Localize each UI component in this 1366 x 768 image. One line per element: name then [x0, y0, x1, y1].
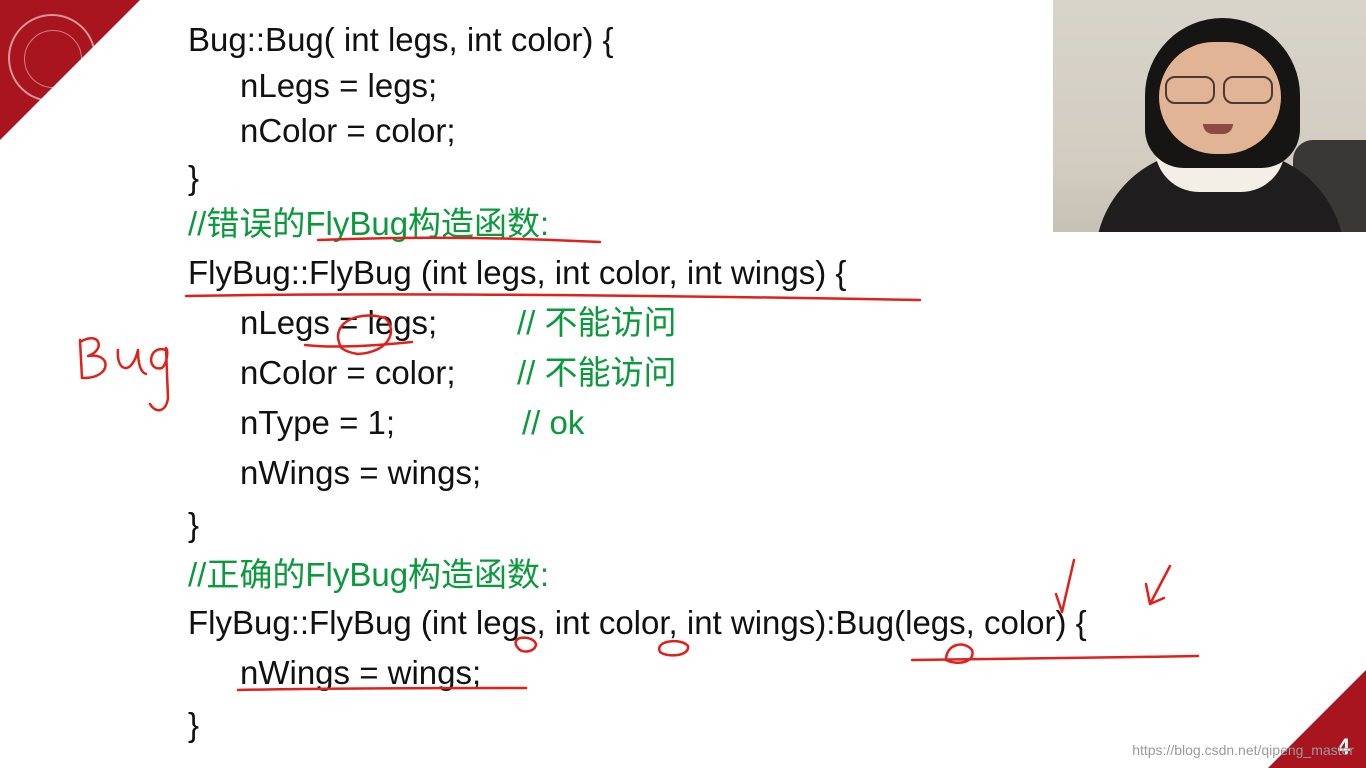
circle-colon [944, 643, 974, 664]
code-line: nColor = color; [240, 354, 456, 391]
code-line: nColor = color; [240, 112, 456, 149]
lecture-slide: 4 https://blog.csdn.net/qipeng_master Bu… [0, 0, 1366, 768]
code-line: FlyBug::FlyBug (int legs, int color, int… [188, 604, 1087, 641]
university-seal-icon [8, 14, 96, 102]
comment-line: //正确的FlyBug构造函数: [188, 556, 550, 593]
inline-comment: // 不能访问 [517, 354, 677, 391]
glasses-icon [1165, 76, 1215, 104]
code-line: nWings = wings; [240, 654, 482, 691]
code-line: } [188, 506, 200, 543]
underline-bug-call [910, 654, 1200, 662]
blog-watermark: https://blog.csdn.net/qipeng_master [1132, 742, 1354, 758]
code-line: nType = 1; [240, 404, 396, 441]
code-line: nLegs = legs; [240, 304, 438, 341]
code-line: } [188, 159, 200, 196]
code-line: nWings = wings; [240, 454, 482, 491]
arrow-color [1144, 564, 1172, 606]
inline-comment: // ok [522, 404, 585, 441]
inline-comment: // 不能访问 [517, 304, 677, 341]
handwritten-u [116, 348, 148, 376]
code-line: Bug::Bug( int legs, int color) { [188, 21, 614, 58]
underline-wrong-header [184, 293, 922, 302]
comment-line: //错误的FlyBug构造函数: [188, 205, 550, 242]
presenter-video [1053, 0, 1366, 232]
handwritten-g [148, 346, 170, 412]
code-line: } [188, 706, 200, 743]
code-line: nLegs = legs; [240, 67, 438, 104]
handwritten-b [78, 337, 107, 380]
glasses-icon [1223, 76, 1273, 104]
circle-color [657, 639, 690, 657]
code-line: FlyBug::FlyBug (int legs, int color, int… [188, 254, 847, 291]
